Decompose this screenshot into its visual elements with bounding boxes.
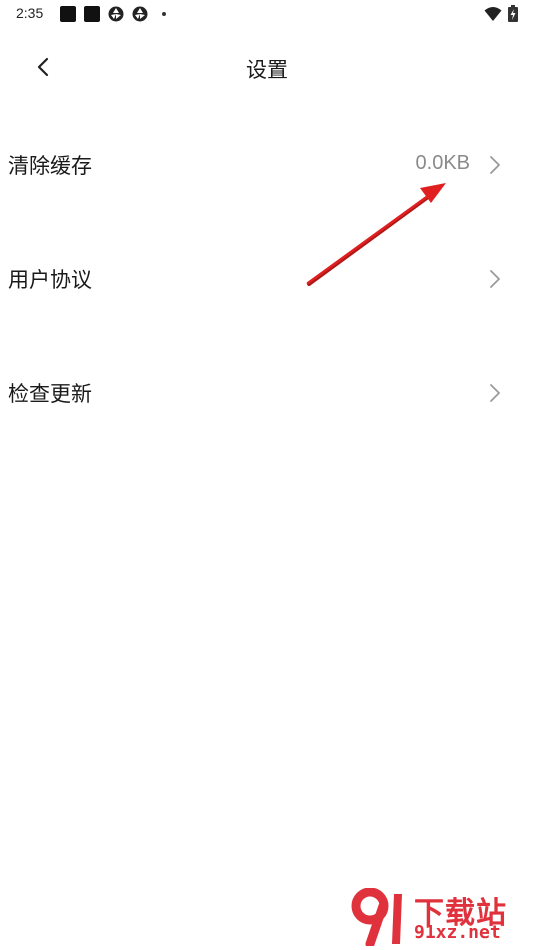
notification-square-icon xyxy=(60,6,76,22)
header: 设置 xyxy=(0,40,534,96)
chevron-right-icon xyxy=(490,270,500,288)
battery-charging-icon xyxy=(508,5,518,22)
cache-size-value: 0.0KB xyxy=(415,152,470,174)
watermark-logo: 下载站 91xz.net xyxy=(350,888,526,946)
wifi-icon xyxy=(484,7,502,21)
status-bar: 2:35 xyxy=(0,0,534,28)
settings-item-clear-cache[interactable]: 清除缓存 0.0KB xyxy=(0,108,534,222)
settings-item-check-update[interactable]: 检查更新 xyxy=(0,336,534,450)
chevron-right-icon xyxy=(490,156,500,174)
page-title: 设置 xyxy=(246,58,288,82)
settings-item-user-agreement[interactable]: 用户协议 xyxy=(0,222,534,336)
settings-list: 清除缓存 0.0KB 用户协议 检查更新 xyxy=(0,108,534,450)
watermark-91-logo-icon xyxy=(351,888,402,946)
aperture-icon xyxy=(132,6,148,22)
more-dot-icon xyxy=(162,12,166,16)
status-time: 2:35 xyxy=(16,5,44,21)
settings-item-label: 清除缓存 xyxy=(8,154,92,178)
notification-square-icon xyxy=(84,6,100,22)
settings-item-label: 用户协议 xyxy=(8,268,92,292)
settings-item-label: 检查更新 xyxy=(8,382,92,406)
chevron-right-icon xyxy=(490,384,500,402)
watermark-url: 91xz.net xyxy=(414,922,501,943)
aperture-icon xyxy=(108,6,124,22)
